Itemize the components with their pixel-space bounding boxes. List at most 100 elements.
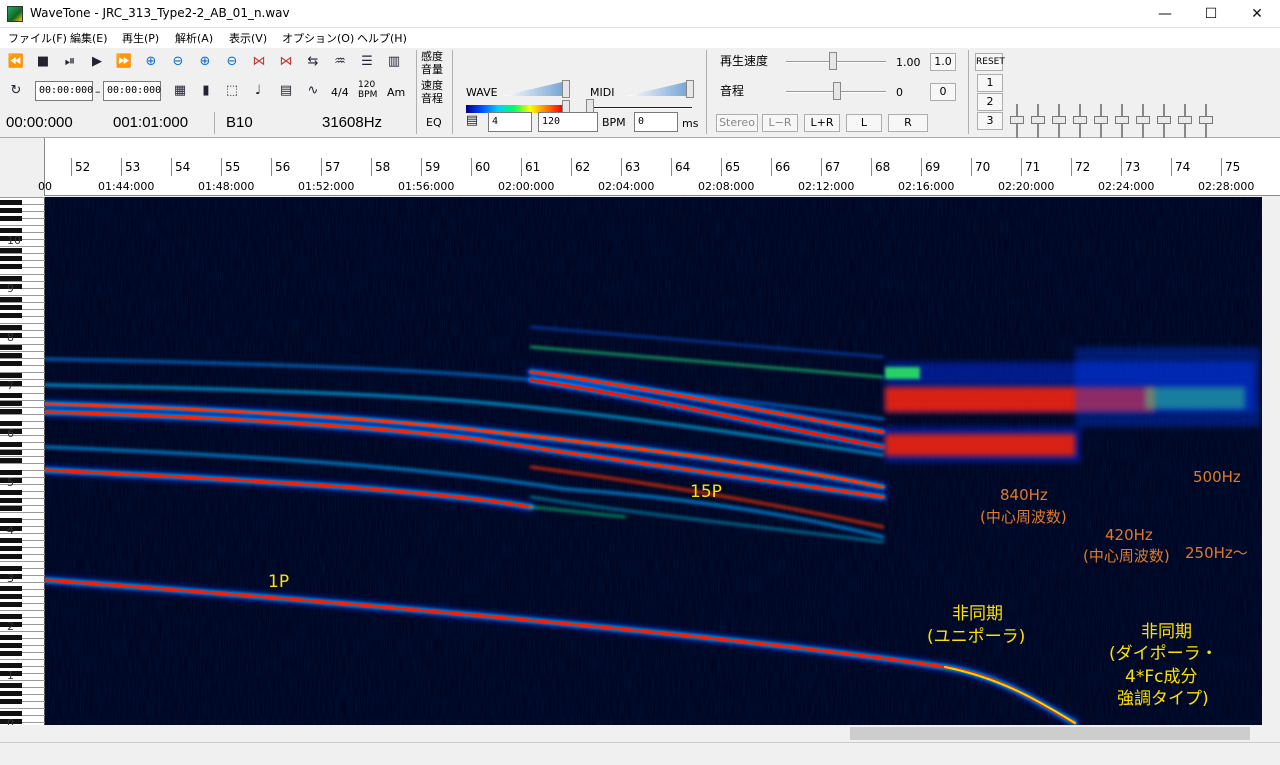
black-key	[0, 352, 22, 358]
zoom-in-horizontal-icon[interactable]: ⊕	[141, 52, 161, 72]
ms-label: ms	[682, 117, 699, 130]
annotation-async-dipolar-2: (ダイポーラ・	[1109, 644, 1218, 664]
note-icon[interactable]: ♩	[248, 81, 268, 101]
black-key	[0, 441, 22, 447]
expand-horizontal-icon[interactable]: ⋈	[249, 52, 269, 72]
volume-label: 音量	[421, 63, 443, 76]
swap-arrows-icon[interactable]: ⇆	[303, 52, 323, 72]
speed-slider-thumb[interactable]	[829, 52, 837, 70]
left-channel-button[interactable]: L	[846, 114, 882, 132]
curve-icon[interactable]: ∿	[303, 81, 323, 101]
black-key	[0, 586, 22, 592]
contract-horizontal-icon[interactable]: ⋈	[276, 52, 296, 72]
bpm-input[interactable]: 120	[538, 112, 598, 132]
waveform-icon[interactable]: ♒	[330, 52, 350, 72]
end-time-input[interactable]: 00:00:000	[103, 81, 161, 101]
midi-level-ramp[interactable]	[626, 82, 686, 96]
beat-grid-icon[interactable]: ▤	[462, 111, 482, 131]
menu-view[interactable]: 表示(V)	[229, 30, 267, 46]
eq-band-knob[interactable]	[1073, 116, 1087, 124]
zoom-out-horizontal-icon[interactable]: ⊖	[168, 52, 188, 72]
menu-edit[interactable]: 編集(E)	[70, 30, 108, 46]
black-key	[0, 216, 22, 221]
pause-icon[interactable]: ⏯	[60, 52, 80, 72]
menu-file[interactable]: ファイル(F)	[8, 30, 67, 46]
vertical-scrollbar[interactable]	[1262, 197, 1280, 725]
stop-icon[interactable]: ■	[33, 52, 53, 72]
eq-band-knob[interactable]	[1115, 116, 1129, 124]
menu-options[interactable]: オプション(O)	[282, 30, 354, 46]
eq-preset-1-button[interactable]: 1	[977, 74, 1003, 92]
layout-icon[interactable]: ▦	[170, 81, 190, 101]
select-icon[interactable]: ⬚	[222, 81, 242, 101]
annotation-async-dipolar-4: 強調タイプ)	[1117, 689, 1209, 709]
black-key	[0, 594, 22, 600]
speed-reset-button[interactable]: 1.0	[930, 53, 956, 71]
spectrum-icon[interactable]: ☰	[357, 52, 377, 72]
wave-level-thumb[interactable]	[562, 80, 570, 98]
marker-icon[interactable]: ▮	[196, 81, 216, 101]
pitch-reset-button[interactable]: 0	[930, 83, 956, 101]
zoom-in-vertical-icon[interactable]: ⊕	[195, 52, 215, 72]
eq-band-knob[interactable]	[1178, 116, 1192, 124]
horizontal-scroll-thumb[interactable]	[850, 727, 1250, 740]
eq-band-knob[interactable]	[1199, 116, 1213, 124]
l-minus-r-button[interactable]: L−R	[762, 114, 798, 132]
midi-level-thumb[interactable]	[686, 80, 694, 98]
horizontal-scrollbar[interactable]	[0, 725, 1280, 742]
ruler-tick	[371, 158, 372, 176]
sensitivity-label: 感度	[421, 50, 443, 63]
black-key	[0, 711, 22, 716]
measure-number: 65	[725, 160, 741, 174]
bpm-number-label[interactable]: 120	[358, 80, 375, 90]
eq-preset-2-button[interactable]: 2	[977, 93, 1003, 111]
eq-reset-button[interactable]: RESET	[975, 53, 1005, 71]
stereo-button[interactable]: Stereo	[716, 114, 758, 132]
start-time-input[interactable]: 00:00:000	[35, 81, 93, 101]
eq-band-knob[interactable]	[1031, 116, 1045, 124]
black-key	[0, 505, 22, 511]
l-plus-r-button[interactable]: L+R	[804, 114, 840, 132]
black-key	[0, 457, 22, 463]
offset-ms-input[interactable]: 0	[634, 112, 678, 132]
ruler-tick	[871, 158, 872, 176]
measure-number: 53	[125, 160, 141, 174]
time-signature-icon[interactable]: 4/4	[331, 86, 349, 99]
close-button[interactable]: ✕	[1234, 0, 1280, 28]
toolbar: ⏪ ■ ⏯ ▶ ⏩ ⊕ ⊖ ⊕ ⊖ ⋈ ⋈ ⇆ ♒ ☰ ▥ ↻ 00:00:00…	[0, 48, 1280, 188]
octave-label: 6	[7, 427, 14, 441]
book-icon[interactable]: ▥	[384, 52, 404, 72]
minimize-button[interactable]: —	[1142, 0, 1188, 28]
black-key	[0, 662, 22, 668]
zoom-out-vertical-icon[interactable]: ⊖	[222, 52, 242, 72]
wave-level-ramp[interactable]	[502, 82, 562, 96]
menu-play[interactable]: 再生(P)	[122, 30, 159, 46]
beats-input[interactable]: 4	[488, 112, 532, 132]
annotation-250hz: 250Hz〜	[1185, 544, 1248, 562]
bpm-icon[interactable]: BPM	[358, 90, 377, 100]
eq-band-knob[interactable]	[1157, 116, 1171, 124]
black-key	[0, 296, 22, 302]
loop-icon[interactable]: ↻	[6, 81, 26, 101]
eq-band-knob[interactable]	[1094, 116, 1108, 124]
eq-band-knob[interactable]	[1052, 116, 1066, 124]
rewind-icon[interactable]: ⏪	[6, 52, 26, 72]
spectrogram-view[interactable]: 1P 15P 840Hz (中心周波数) 420Hz (中心周波数) 500Hz…	[45, 197, 1262, 725]
pitch-slider-thumb[interactable]	[833, 82, 841, 100]
chord-icon[interactable]: Am	[387, 86, 405, 99]
timeline-ruler[interactable]: 52 53 54 55 56 57 58 59 60 61 62 63 64 65 66 67 68 69 70 71…	[0, 138, 1280, 196]
menu-help[interactable]: ヘルプ(H)	[357, 30, 407, 46]
piano-keyboard[interactable]: 10 9 8 7 6 5 4 3 2 1 0	[0, 197, 45, 730]
white-key	[0, 351, 45, 352]
maximize-button[interactable]: ☐	[1188, 0, 1234, 28]
eq-band-knob[interactable]	[1010, 116, 1024, 124]
eq-preset-3-button[interactable]: 3	[977, 112, 1003, 130]
eq-band-knob[interactable]	[1136, 116, 1150, 124]
volume-slider-track[interactable]	[592, 107, 692, 109]
grid-icon[interactable]: ▤	[276, 81, 296, 101]
right-channel-button[interactable]: R	[888, 114, 928, 132]
black-key	[0, 538, 22, 544]
play-icon[interactable]: ▶	[87, 52, 107, 72]
fast-forward-icon[interactable]: ⏩	[114, 52, 134, 72]
menu-analyze[interactable]: 解析(A)	[175, 30, 213, 46]
